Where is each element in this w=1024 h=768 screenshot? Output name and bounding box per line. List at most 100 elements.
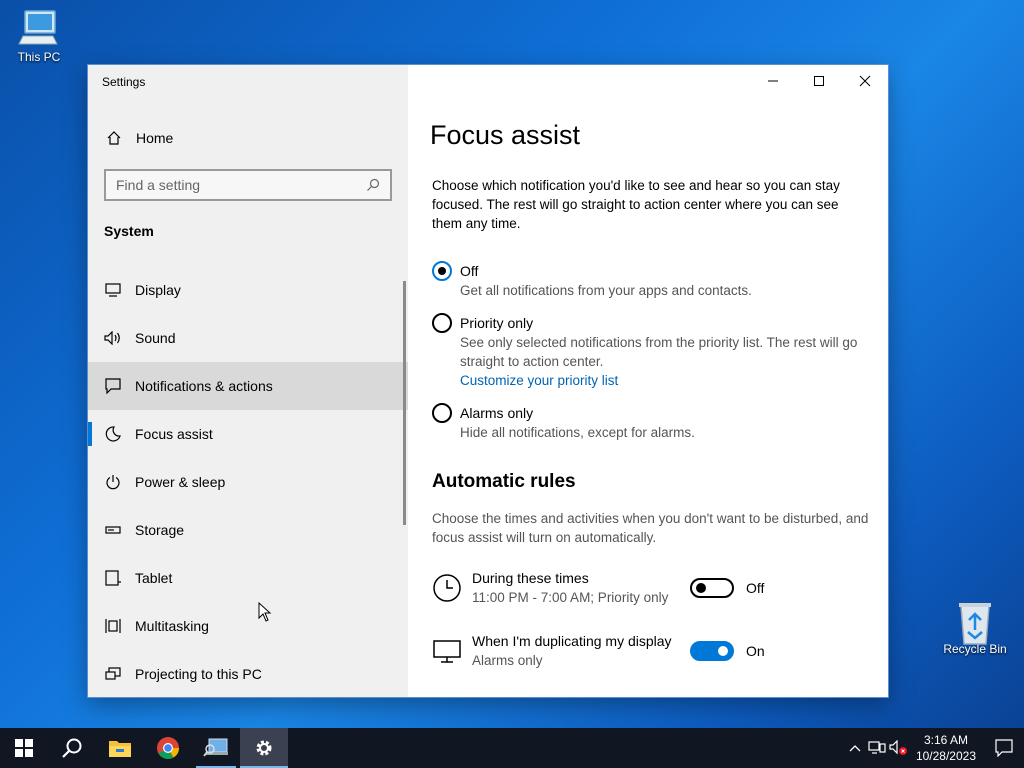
tablet-icon (104, 569, 122, 587)
sidebar-item-label: Multitasking (135, 618, 209, 634)
sidebar-item-label: Focus assist (135, 426, 213, 442)
sidebar-item-focus-assist[interactable]: Focus assist (88, 410, 408, 458)
moon-icon (104, 425, 122, 443)
power-icon (104, 473, 122, 491)
sidebar-item-label: Notifications & actions (135, 378, 273, 394)
search-icon (62, 738, 82, 758)
this-pc-label: This PC (17, 50, 61, 64)
intro-text: Choose which notification you'd like to … (432, 178, 840, 231)
sidebar-item-storage[interactable]: Storage (88, 506, 408, 554)
remote-desktop-icon (203, 738, 228, 757)
mouse-cursor-icon (258, 602, 272, 622)
file-explorer-button[interactable] (96, 728, 144, 768)
search-input[interactable]: Find a setting (104, 169, 392, 201)
rule-detail: 11:00 PM - 7:00 AM; Priority only (472, 590, 669, 605)
monitor-icon (104, 281, 122, 299)
sidebar-item-power-sleep[interactable]: Power & sleep (88, 458, 408, 506)
option-priority-only[interactable]: Priority only See only selected notifica… (432, 313, 872, 390)
window-title: Settings (102, 75, 146, 89)
notification-icon (995, 739, 1013, 757)
chrome-button[interactable] (144, 728, 192, 768)
recycle-bin-icon (953, 600, 997, 645)
search-placeholder: Find a setting (116, 177, 201, 193)
gear-icon (256, 740, 272, 756)
this-pc-desktop-icon[interactable]: This PC (4, 8, 74, 64)
clock-date: 10/28/2023 (915, 749, 976, 763)
rule-name: When I'm duplicating my display (472, 633, 672, 649)
toggle-state: On (746, 643, 765, 659)
sidebar-item-label: Tablet (135, 570, 173, 586)
radio-alarms-only[interactable] (432, 403, 452, 423)
sidebar-nav: Display Sound Notifications & actions Fo… (88, 266, 408, 697)
option-off[interactable]: Off Get all notifications from your apps… (432, 261, 872, 300)
remote-desktop-button[interactable] (192, 728, 240, 768)
option-label: Alarms only (460, 405, 534, 421)
multitasking-icon (104, 617, 122, 635)
option-description: Hide all notifications, except for alarm… (460, 425, 695, 440)
volume-button[interactable] (888, 728, 910, 768)
recycle-bin-desktop-icon[interactable]: Recycle Bin (940, 600, 1010, 656)
settings-content: Focus assist Choose which notification y… (408, 65, 888, 697)
search-button[interactable] (48, 728, 96, 768)
rule-duplicating-display[interactable]: When I'm duplicating my display Alarms o… (432, 632, 872, 670)
page-title: Focus assist (430, 120, 581, 150)
clock-icon (432, 573, 462, 603)
computer-icon (17, 8, 61, 48)
chrome-icon (157, 737, 179, 759)
customize-priority-link[interactable]: Customize your priority list (460, 371, 872, 390)
focus-mode-radio-group: Off Get all notifications from your apps… (432, 261, 872, 455)
rule-name: During these times (472, 570, 589, 586)
system-tray: 3:16 AM 10/28/2023 (844, 728, 1024, 768)
network-button[interactable] (866, 728, 888, 768)
chevron-up-icon (849, 745, 861, 752)
notification-icon (104, 377, 122, 395)
start-button[interactable] (0, 728, 48, 768)
section-title: System (104, 223, 154, 239)
sidebar-item-label: Display (135, 282, 181, 298)
during-times-toggle[interactable] (690, 578, 734, 598)
radio-off[interactable] (432, 261, 452, 281)
sidebar-item-projecting[interactable]: Projecting to this PC (88, 650, 408, 697)
monitor-icon (432, 636, 462, 666)
option-alarms-only[interactable]: Alarms only Hide all notifications, exce… (432, 403, 872, 442)
rule-detail: Alarms only (472, 653, 543, 668)
sidebar-item-multitasking[interactable]: Multitasking (88, 602, 408, 650)
storage-icon (104, 521, 122, 539)
option-description: Get all notifications from your apps and… (460, 283, 752, 298)
sidebar-home[interactable]: Home (88, 123, 408, 153)
search-icon[interactable] (366, 178, 380, 192)
folder-icon (109, 741, 131, 757)
sidebar-item-label: Projecting to this PC (135, 666, 262, 682)
windows-logo-icon (15, 739, 33, 757)
home-label: Home (136, 130, 174, 146)
sidebar-item-display[interactable]: Display (88, 266, 408, 314)
projecting-icon (104, 665, 122, 683)
network-icon (868, 741, 886, 754)
sidebar-scrollbar[interactable] (403, 281, 406, 525)
radio-priority-only[interactable] (432, 313, 452, 333)
sidebar-item-label: Power & sleep (135, 474, 226, 490)
taskbar: 3:16 AM 10/28/2023 (0, 728, 1024, 768)
sidebar-item-tablet[interactable]: Tablet (88, 554, 408, 602)
sidebar-item-label: Sound (135, 330, 176, 346)
sidebar-item-notifications[interactable]: Notifications & actions (88, 362, 408, 410)
clock[interactable]: 3:16 AM 10/28/2023 (916, 732, 976, 764)
action-center-button[interactable] (984, 728, 1024, 768)
settings-taskbar-button[interactable] (240, 728, 288, 768)
sidebar-item-label: Storage (135, 522, 185, 538)
sidebar-item-sound[interactable]: Sound (88, 314, 408, 362)
volume-muted-icon (889, 740, 907, 755)
speaker-icon (104, 329, 122, 347)
settings-window: Settings Home Find a setting System Disp… (88, 65, 888, 697)
show-hidden-icons-button[interactable] (844, 728, 866, 768)
home-icon (106, 130, 122, 146)
recycle-bin-label: Recycle Bin (943, 642, 1007, 656)
option-label: Priority only (460, 315, 534, 331)
automatic-rules-heading: Automatic rules (432, 471, 576, 492)
rule-during-times[interactable]: During these times 11:00 PM - 7:00 AM; P… (432, 569, 872, 607)
settings-sidebar: Settings Home Find a setting System Disp… (88, 65, 408, 697)
option-label: Off (460, 263, 479, 279)
duplicating-display-toggle[interactable] (690, 641, 734, 661)
toggle-state: Off (746, 580, 765, 596)
clock-time: 3:16 AM (923, 733, 968, 747)
